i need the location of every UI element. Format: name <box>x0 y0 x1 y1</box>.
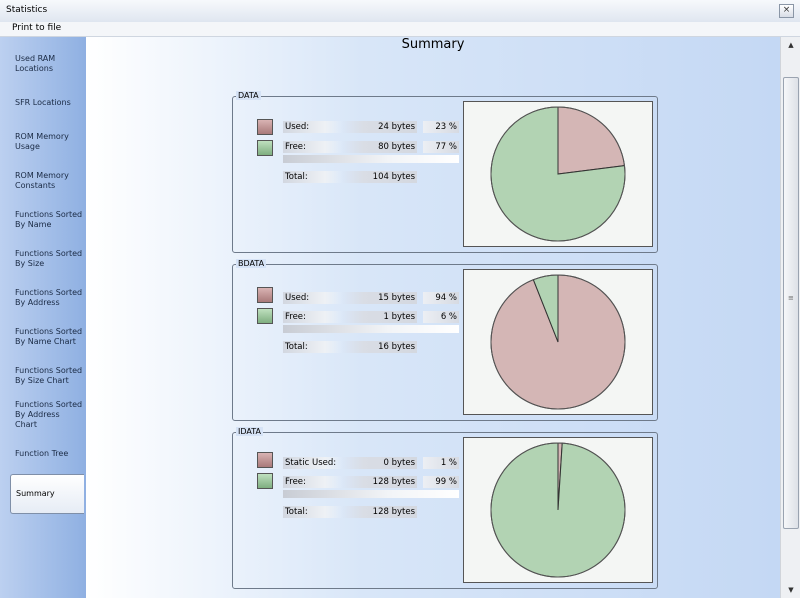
sidebar-item-functions-by-name-chart[interactable]: Functions Sorted By Name Chart <box>10 318 84 356</box>
window-title: Statistics <box>6 5 48 15</box>
scroll-thumb[interactable]: ≡ <box>783 77 799 529</box>
sidebar: Used RAM Locations SFR Locations ROM Mem… <box>0 37 86 598</box>
used-value: 0 bytes <box>341 457 417 469</box>
close-icon[interactable]: × <box>779 4 794 18</box>
pie-chart-box <box>463 437 653 583</box>
total-value: 128 bytes <box>341 506 417 518</box>
free-label: Free: <box>283 476 343 488</box>
total-separator <box>283 155 459 163</box>
sidebar-item-functions-by-size-chart[interactable]: Functions Sorted By Size Chart <box>10 357 84 395</box>
used-percent: 1 % <box>423 457 459 469</box>
scroll-up-arrow-icon[interactable]: ▲ <box>784 39 798 51</box>
total-label: Total: <box>283 171 343 183</box>
pie-chart <box>464 270 652 414</box>
total-label: Total: <box>283 341 343 353</box>
bdata-group: BDATA Used: 15 bytes 94 % Free: 1 bytes … <box>232 259 658 421</box>
used-value: 24 bytes <box>341 121 417 133</box>
used-percent: 23 % <box>423 121 459 133</box>
data-group: DATA Used: 24 bytes 23 % Free: 80 bytes … <box>232 91 658 253</box>
sidebar-item-functions-by-address-chart[interactable]: Functions Sorted By Address Chart <box>10 396 84 434</box>
used-color-swatch <box>257 452 273 468</box>
page-title: Summary <box>401 37 465 52</box>
free-value: 128 bytes <box>341 476 417 488</box>
group-title: DATA <box>236 91 261 100</box>
total-value: 16 bytes <box>341 341 417 353</box>
free-value: 80 bytes <box>341 141 417 153</box>
sidebar-item-functions-by-address[interactable]: Functions Sorted By Address <box>10 279 84 317</box>
grip-icon: ≡ <box>788 294 794 302</box>
sidebar-item-function-tree[interactable]: Function Tree <box>10 435 84 473</box>
free-label: Free: <box>283 141 343 153</box>
used-color-swatch <box>257 287 273 303</box>
used-value: 15 bytes <box>341 292 417 304</box>
total-separator <box>283 490 459 498</box>
used-label: Static Used: <box>283 457 343 469</box>
sidebar-item-rom-usage[interactable]: ROM Memory Usage <box>10 123 84 161</box>
total-separator <box>283 325 459 333</box>
free-color-swatch <box>257 308 273 324</box>
title-bar: Statistics × <box>0 0 800 23</box>
free-value: 1 bytes <box>341 311 417 323</box>
pie-chart <box>464 438 652 582</box>
group-title: IDATA <box>236 427 263 436</box>
menu-bar: Print to file <box>0 22 800 37</box>
sidebar-item-used-ram[interactable]: Used RAM Locations <box>10 45 84 83</box>
used-label: Used: <box>283 292 343 304</box>
used-color-swatch <box>257 119 273 135</box>
sidebar-item-sfr-locations[interactable]: SFR Locations <box>10 84 84 122</box>
pie-chart-box <box>463 101 653 247</box>
free-percent: 99 % <box>423 476 459 488</box>
pie-slice-free <box>490 442 626 578</box>
vertical-scrollbar[interactable]: ▲ ≡ ▼ <box>780 37 800 598</box>
print-to-file-menu[interactable]: Print to file <box>12 23 61 33</box>
total-label: Total: <box>283 506 343 518</box>
used-label: Used: <box>283 121 343 133</box>
pie-chart <box>464 102 652 246</box>
scroll-down-arrow-icon[interactable]: ▼ <box>784 584 798 596</box>
sidebar-item-functions-by-size[interactable]: Functions Sorted By Size <box>10 240 84 278</box>
pie-chart-box <box>463 269 653 415</box>
group-title: BDATA <box>236 259 267 268</box>
free-color-swatch <box>257 473 273 489</box>
free-percent: 6 % <box>423 311 459 323</box>
used-percent: 94 % <box>423 292 459 304</box>
content-area: Summary DATA Used: 24 bytes 23 % Free: 8… <box>86 37 780 598</box>
idata-group: IDATA Static Used: 0 bytes 1 % Free: 128… <box>232 427 658 589</box>
sidebar-item-summary[interactable]: Summary <box>10 474 84 514</box>
sidebar-item-rom-constants[interactable]: ROM Memory Constants <box>10 162 84 200</box>
total-value: 104 bytes <box>341 171 417 183</box>
free-label: Free: <box>283 311 343 323</box>
free-percent: 77 % <box>423 141 459 153</box>
sidebar-item-functions-by-name[interactable]: Functions Sorted By Name <box>10 201 84 239</box>
free-color-swatch <box>257 140 273 156</box>
